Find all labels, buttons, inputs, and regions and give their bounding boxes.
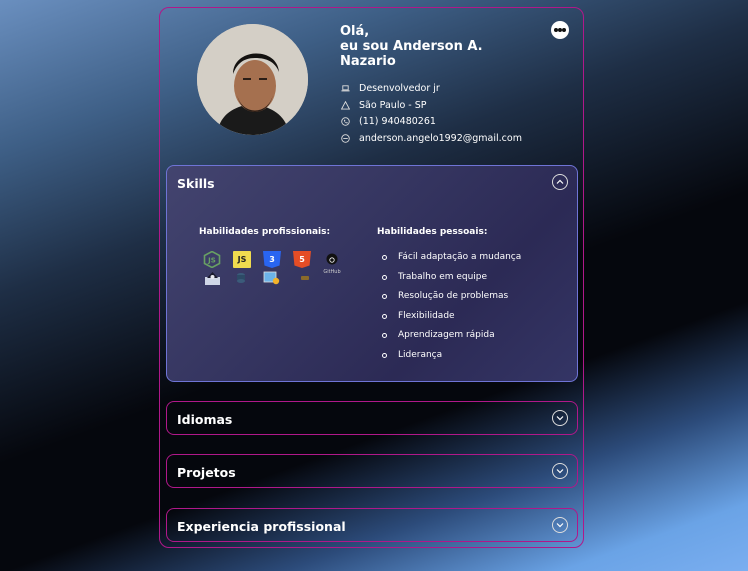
role-text: Desenvolvedor jr bbox=[359, 83, 440, 94]
html5-icon: 5 bbox=[293, 251, 311, 268]
list-item: Aprendizagem rápida bbox=[380, 326, 521, 346]
list-item: Resolução de problemas bbox=[380, 287, 521, 307]
chevron-down-icon[interactable] bbox=[552, 463, 568, 479]
idiomas-panel[interactable]: Idiomas bbox=[166, 401, 578, 435]
list-item: Liderança bbox=[380, 346, 521, 366]
chevron-down-icon[interactable] bbox=[552, 410, 568, 426]
chevron-down-icon[interactable] bbox=[552, 517, 568, 533]
hacker-icon bbox=[204, 270, 221, 285]
email-icon bbox=[341, 133, 350, 143]
professional-skills-heading: Habilidades profissionais: bbox=[199, 227, 331, 237]
email-text[interactable]: anderson.angelo1992@gmail.com bbox=[359, 132, 522, 146]
idiomas-title[interactable]: Idiomas bbox=[177, 412, 232, 427]
personal-skills-heading: Habilidades pessoais: bbox=[377, 227, 488, 237]
javascript-icon: JS bbox=[233, 251, 251, 268]
location-icon bbox=[341, 100, 350, 110]
list-item: Fácil adaptação a mudança bbox=[380, 248, 521, 268]
projetos-title[interactable]: Projetos bbox=[177, 465, 236, 480]
list-item: Flexibilidade bbox=[380, 307, 521, 327]
greeting-line-1: Olá, bbox=[340, 24, 370, 39]
chevron-up-icon[interactable] bbox=[552, 174, 568, 190]
location-text: São Paulo - SP bbox=[359, 99, 427, 111]
github-icon: GitHub bbox=[321, 250, 343, 275]
phone-icon bbox=[341, 117, 350, 126]
css3-icon: 3 bbox=[263, 251, 281, 268]
greeting-line-2: eu sou Anderson A. bbox=[340, 39, 483, 54]
list-item: Trabalho em equipe bbox=[380, 268, 521, 288]
experiencia-panel[interactable]: Experiencia profissional bbox=[166, 508, 578, 542]
small-logo-icon bbox=[301, 276, 309, 280]
nodejs-icon: JS bbox=[203, 250, 221, 269]
experiencia-title[interactable]: Experiencia profissional bbox=[177, 519, 346, 534]
greeting-line-3: Nazario bbox=[340, 54, 396, 69]
avatar bbox=[197, 24, 308, 135]
projetos-panel[interactable]: Projetos bbox=[166, 454, 578, 488]
vscode-icon bbox=[263, 270, 280, 285]
skills-panel: Skills Habilidades profissionais: Habili… bbox=[166, 165, 578, 382]
database-icon bbox=[234, 270, 248, 284]
personal-skills-list: Fácil adaptação a mudança Trabalho em eq… bbox=[380, 248, 521, 365]
skills-title[interactable]: Skills bbox=[177, 176, 215, 191]
github-label: GitHub bbox=[323, 269, 341, 275]
phone-text: (11) 940480261 bbox=[359, 116, 436, 127]
svg-text:JS: JS bbox=[207, 257, 216, 265]
greeting: Olá, eu sou Anderson A. Nazario bbox=[340, 24, 483, 69]
more-options-icon[interactable] bbox=[551, 21, 569, 39]
laptop-icon bbox=[341, 85, 350, 92]
